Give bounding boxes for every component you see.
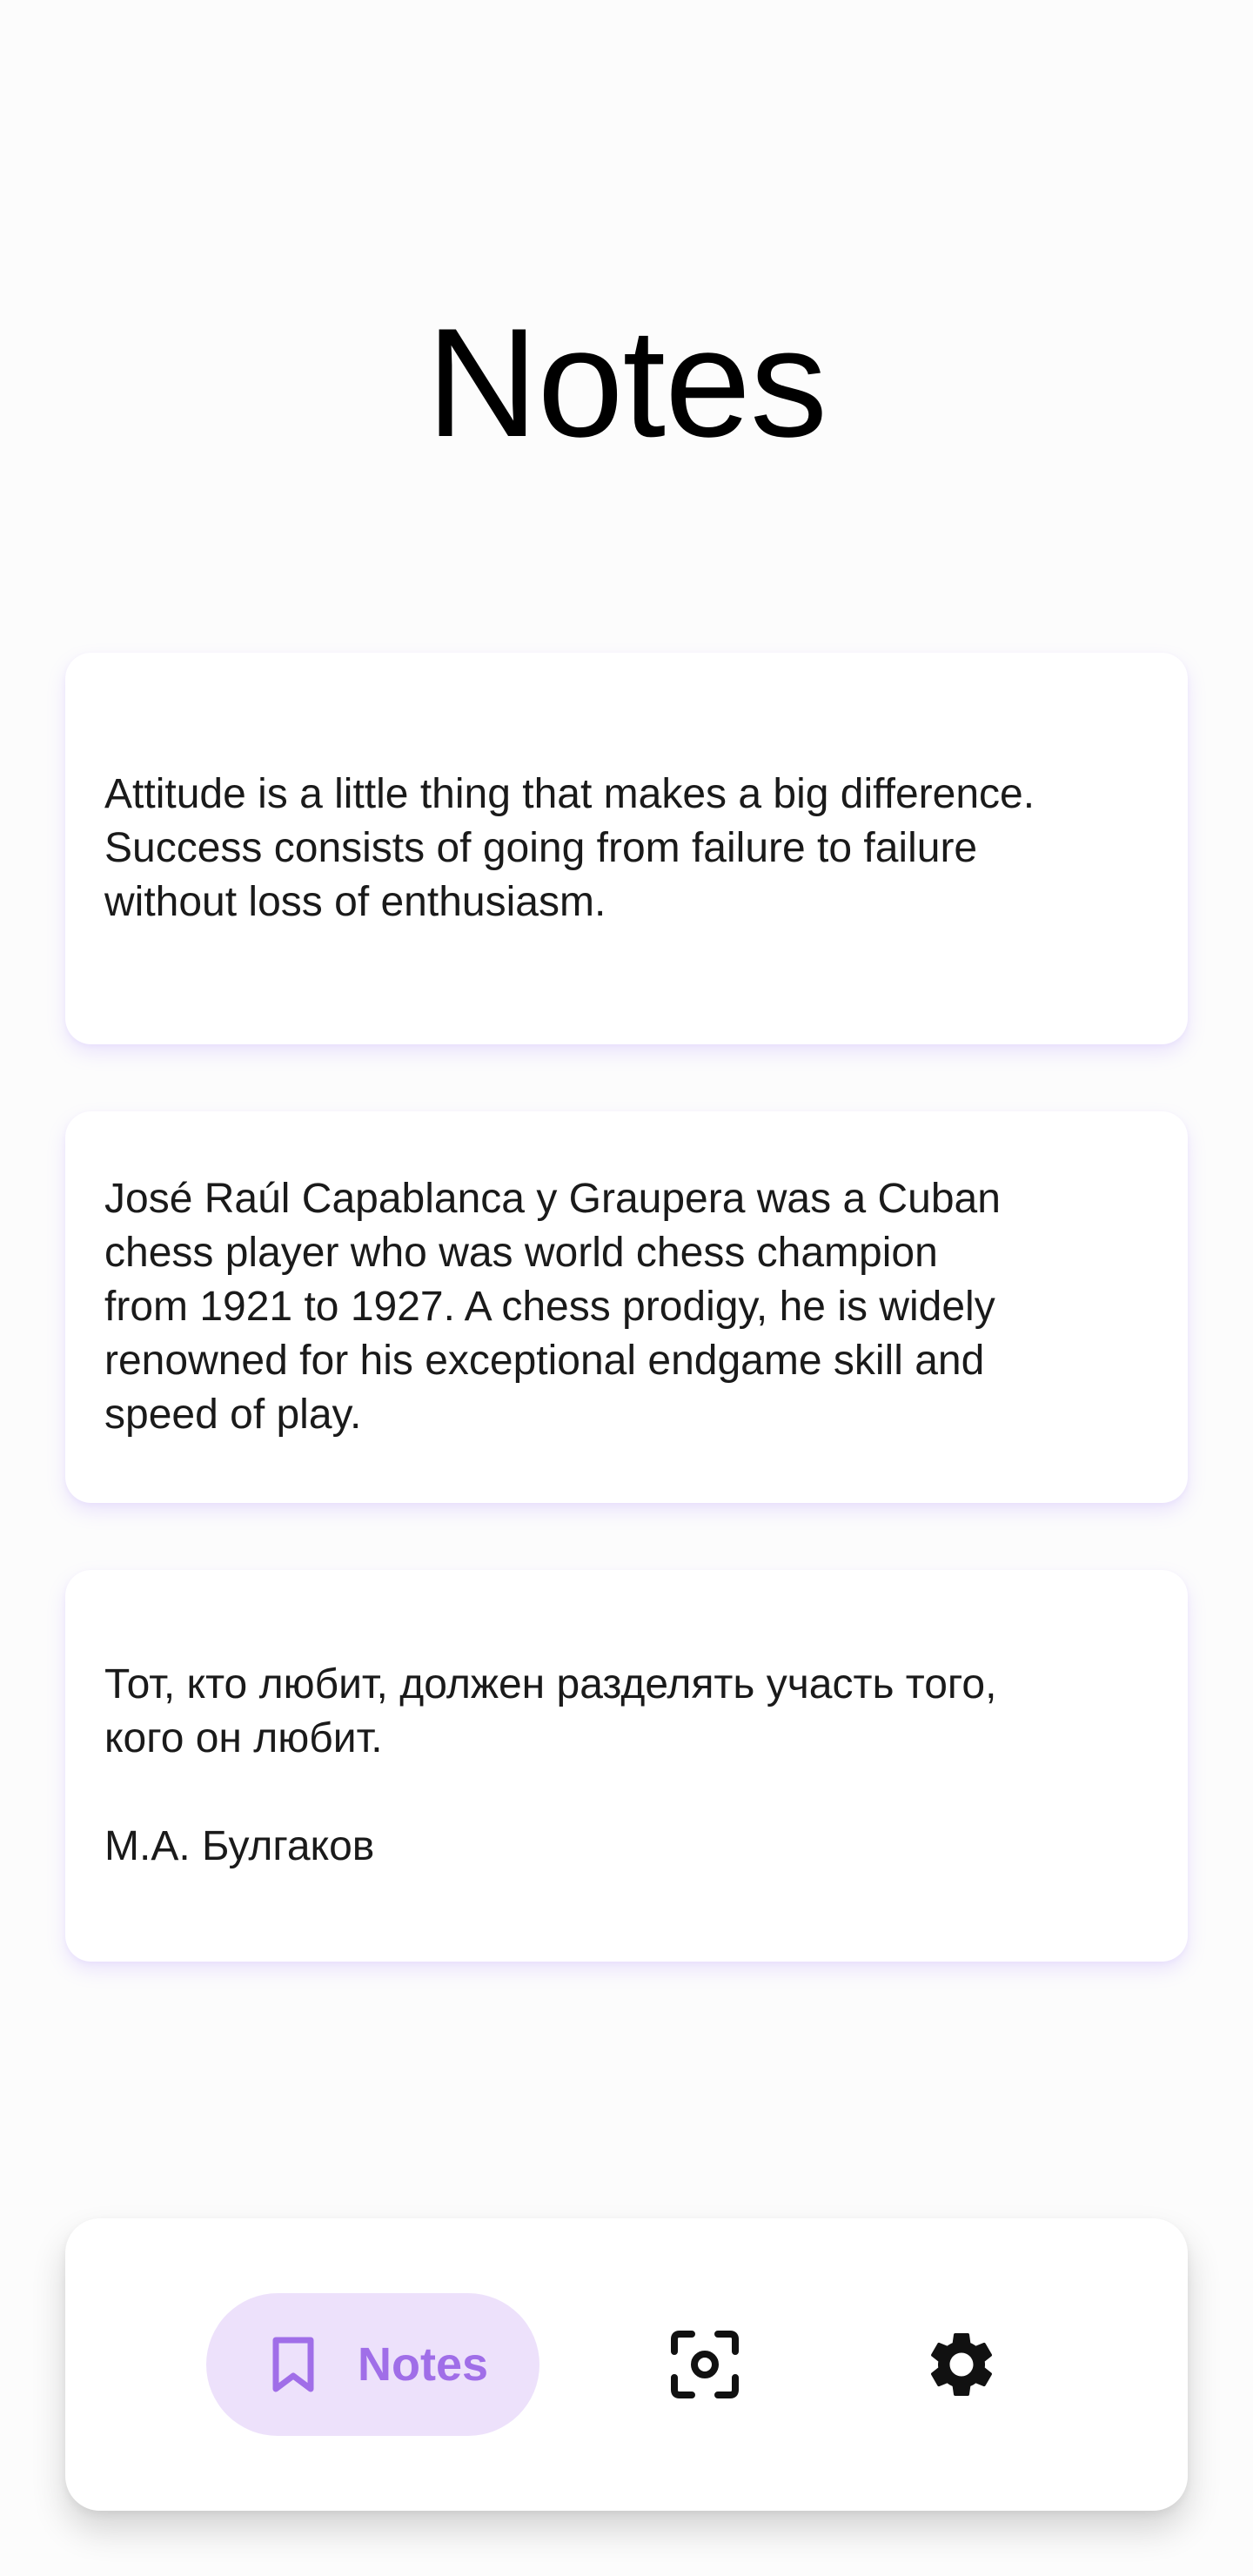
nav-item-scan[interactable] bbox=[666, 2325, 744, 2404]
bottom-navigation-bar: Notes bbox=[65, 2218, 1188, 2511]
note-card[interactable]: José Raúl Capablanca y Graupera was a Cu… bbox=[65, 1111, 1188, 1503]
note-text: José Raúl Capablanca y Graupera was a Cu… bbox=[104, 1176, 1001, 1438]
note-text: Тот, кто любит, должен разделять участь … bbox=[104, 1661, 997, 1869]
nav-item-notes[interactable]: Notes bbox=[206, 2293, 539, 2436]
page-title: Notes bbox=[426, 296, 828, 469]
nav-item-settings[interactable] bbox=[922, 2325, 1001, 2404]
nav-item-label: Notes bbox=[358, 2338, 489, 2391]
note-card[interactable]: Тот, кто любит, должен разделять участь … bbox=[65, 1570, 1188, 1962]
note-card[interactable]: Attitude is a little thing that makes a … bbox=[65, 653, 1188, 1044]
gear-icon bbox=[930, 2333, 993, 2396]
bookmark-icon bbox=[272, 2337, 314, 2392]
scan-icon bbox=[671, 2331, 739, 2398]
note-text: Attitude is a little thing that makes a … bbox=[104, 771, 1035, 925]
